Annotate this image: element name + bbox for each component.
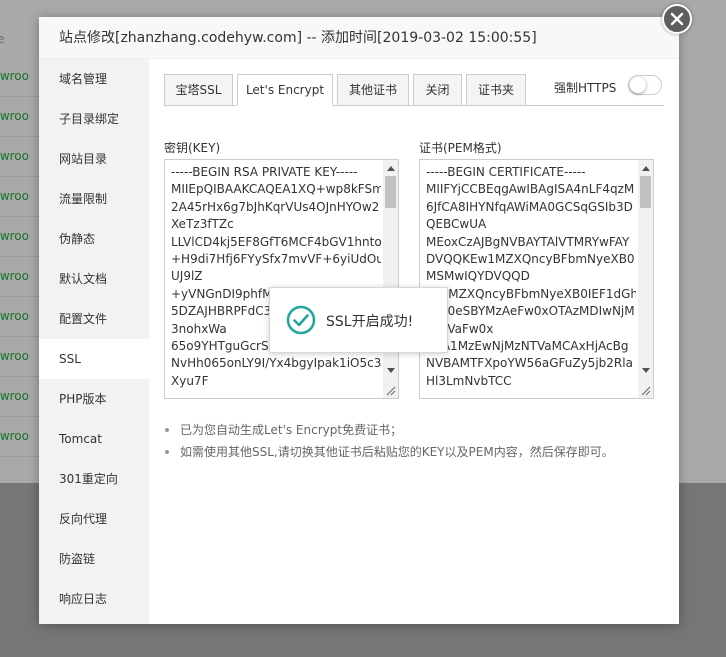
sidebar-item-traffic-limit[interactable]: 流量限制: [39, 179, 149, 219]
sidebar-item-reverse-proxy[interactable]: 反向代理: [39, 499, 149, 539]
tab-baota-ssl[interactable]: 宝塔SSL: [164, 74, 233, 106]
scroll-thumb[interactable]: [640, 176, 651, 208]
bullet-icon: [165, 450, 169, 454]
scroll-down-icon[interactable]: [642, 368, 650, 373]
dialog-sidebar: 域名管理 子目录绑定 网站目录 流量限制 伪静态 默认文档 配置文件 SSL P…: [39, 59, 149, 624]
tab-close[interactable]: 关闭: [413, 74, 462, 106]
note-item: 如需使用其他SSL,请切换其他证书后粘贴您的KEY以及PEM内容，然后保存即可。: [164, 441, 664, 463]
toggle-knob: [630, 77, 646, 93]
dialog-close-button[interactable]: [662, 4, 692, 34]
scroll-up-icon[interactable]: [387, 166, 395, 171]
resize-grip-icon[interactable]: [641, 386, 651, 396]
scroll-up-icon[interactable]: [642, 166, 650, 171]
cert-field-label: 证书(PEM格式): [419, 141, 502, 155]
force-https-label: 强制HTTPS: [554, 81, 617, 95]
note-item: 已为您自动生成Let's Encrypt免费证书；: [164, 419, 664, 441]
close-icon: [670, 12, 684, 26]
cert-textarea-content: -----BEGIN CERTIFICATE----- MIIFYjCCBEqg…: [426, 165, 636, 388]
sidebar-item-tomcat[interactable]: Tomcat: [39, 419, 149, 459]
sidebar-item-subdir[interactable]: 子目录绑定: [39, 99, 149, 139]
tab-lets-encrypt[interactable]: Let's Encrypt: [237, 74, 333, 106]
sidebar-item-rewrite[interactable]: 伪静态: [39, 219, 149, 259]
resize-grip-icon[interactable]: [386, 386, 396, 396]
sidebar-item-site-dir[interactable]: 网站目录: [39, 139, 149, 179]
cert-scrollbar[interactable]: [638, 160, 653, 398]
sidebar-item-php-version[interactable]: PHP版本: [39, 379, 149, 419]
sidebar-item-hotlink[interactable]: 防盗链: [39, 539, 149, 579]
tab-cert-folder[interactable]: 证书夹: [466, 74, 526, 106]
dialog-title: 站点修改[zhanzhang.codehyw.com] -- 添加时间[2019…: [39, 17, 679, 59]
success-toast: SSL开启成功!: [269, 287, 448, 353]
sidebar-item-domain[interactable]: 域名管理: [39, 59, 149, 99]
ssl-tabs: 宝塔SSL Let's Encrypt 其他证书 关闭 证书夹 强制HTTPS: [164, 74, 664, 106]
toast-message: SSL开启成功!: [326, 314, 414, 330]
scroll-down-icon[interactable]: [387, 368, 395, 373]
check-circle-icon: [286, 305, 316, 335]
cert-textarea[interactable]: -----BEGIN CERTIFICATE----- MIIFYjCCBEqg…: [419, 159, 654, 399]
sidebar-item-ssl[interactable]: SSL: [39, 339, 149, 379]
key-field-label: 密钥(KEY): [164, 141, 221, 155]
sidebar-item-default-doc[interactable]: 默认文档: [39, 259, 149, 299]
bullet-icon: [165, 428, 169, 432]
sidebar-item-config-file[interactable]: 配置文件: [39, 299, 149, 339]
force-https-toggle[interactable]: [628, 75, 662, 95]
tab-other-cert[interactable]: 其他证书: [337, 74, 409, 106]
ssl-notes: 已为您自动生成Let's Encrypt免费证书； 如需使用其他SSL,请切换其…: [164, 419, 664, 463]
sidebar-item-response-log[interactable]: 响应日志: [39, 579, 149, 619]
key-textarea[interactable]: -----BEGIN RSA PRIVATE KEY----- MIIEpQIB…: [164, 159, 399, 399]
key-textarea-content: -----BEGIN RSA PRIVATE KEY----- MIIEpQIB…: [171, 165, 381, 388]
sidebar-item-redirect-301[interactable]: 301重定向: [39, 459, 149, 499]
scroll-thumb[interactable]: [385, 176, 396, 208]
key-scrollbar[interactable]: [383, 160, 398, 398]
